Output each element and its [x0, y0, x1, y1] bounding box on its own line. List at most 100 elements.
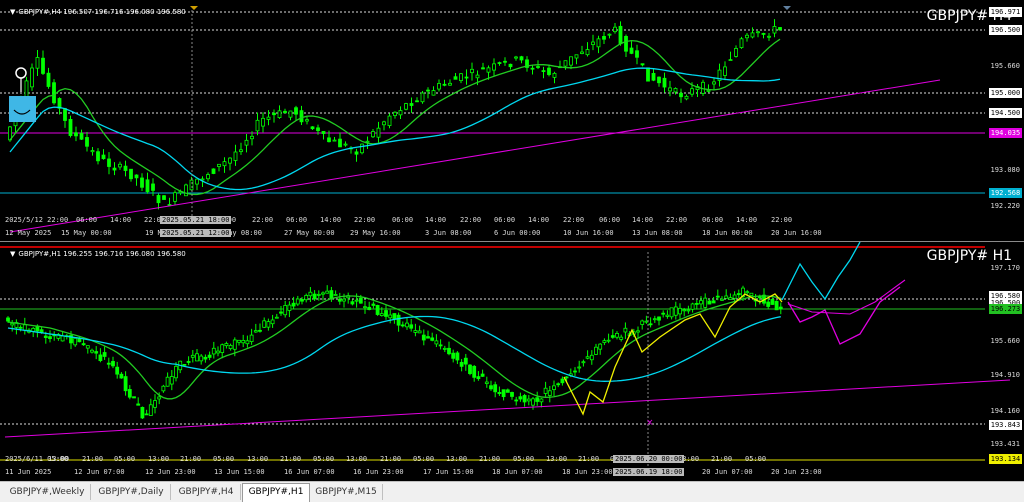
candle-body: [594, 346, 598, 355]
candle-body: [484, 381, 489, 384]
candle-body: [652, 318, 657, 321]
candle-body: [376, 127, 381, 138]
candle-body: [635, 50, 639, 58]
candle-body: [624, 36, 628, 52]
tab-m15[interactable]: GBPJPY#,M15: [310, 484, 383, 500]
time-tick-label: 13:00: [247, 455, 269, 463]
candle-body: [574, 54, 579, 59]
candle-body: [145, 179, 150, 193]
candle-body: [371, 131, 375, 138]
candle-body: [52, 82, 56, 104]
candle-body: [35, 57, 40, 69]
candle-body: [522, 395, 527, 403]
candle-body: [161, 385, 166, 392]
tab-h1[interactable]: GBPJPY#,H1: [242, 483, 310, 502]
chart-tab-bar: GBPJPY#,Weekly GBPJPY#,Daily GBPJPY#,H4 …: [0, 481, 1024, 502]
candle-body: [448, 82, 452, 86]
date-tick-label: 20 Jun 23:00: [771, 468, 822, 476]
candle-body: [174, 365, 178, 379]
candle-body: [162, 195, 166, 200]
candle-body: [255, 119, 260, 132]
candle-body: [573, 370, 577, 373]
candle-body: [207, 354, 212, 358]
candle-body: [365, 140, 370, 143]
time-tick-label: 05:00: [313, 455, 335, 463]
candle-body: [277, 110, 282, 118]
candle-body: [596, 38, 601, 48]
price-level-label: 196.273: [989, 304, 1022, 314]
candle-body: [736, 293, 741, 296]
candle-body: [90, 150, 95, 153]
candle-body: [564, 376, 569, 379]
candle-body: [132, 396, 136, 399]
candle-body: [270, 319, 275, 325]
candle-body: [778, 306, 783, 310]
price-tick-label: 193.431: [990, 440, 1020, 448]
candle-body: [74, 132, 78, 137]
candle-body: [413, 330, 418, 333]
candle-body: [279, 311, 283, 314]
candle-body: [295, 298, 300, 305]
h1-chart[interactable]: × ▼ GBPJPY#,H1 196.255 196.716 196.080 19…: [0, 242, 1024, 481]
h4-plot[interactable]: [0, 0, 1024, 242]
trend-line: [9, 79, 941, 233]
candle-body: [657, 316, 661, 321]
h1-header: ▼ GBPJPY#,H1 196.255 196.716 196.080 196.…: [10, 250, 186, 258]
date-tick-label: 18 Jun 23:00: [562, 468, 613, 476]
candle-body: [472, 365, 477, 378]
candle-body: [426, 336, 430, 339]
candle-body: [640, 63, 645, 66]
candle-body: [543, 387, 548, 394]
tab-h4[interactable]: GBPJPY#,H4: [172, 484, 241, 500]
date-tick-label: 18 Jun 00:00: [702, 229, 753, 237]
caret-down-icon[interactable]: ▼: [10, 8, 15, 16]
candle-body: [547, 67, 551, 75]
candle-body: [505, 389, 510, 393]
candle-body: [144, 413, 149, 416]
price-level-label: 195.000: [989, 88, 1022, 98]
candle-body: [392, 313, 397, 320]
tab-daily[interactable]: GBPJPY#,Daily: [92, 484, 171, 500]
h1-plot[interactable]: ×: [0, 242, 1024, 481]
candle-body: [434, 340, 439, 345]
candle-body: [503, 60, 507, 63]
candle-body: [316, 293, 321, 296]
candle-body: [288, 110, 293, 118]
time-tick-label: 06:00: [702, 216, 724, 224]
time-tick-label: 22:00: [252, 216, 274, 224]
candle-body: [195, 178, 199, 185]
candle-body: [530, 67, 535, 70]
candle-body: [382, 121, 386, 126]
candle-body: [662, 77, 667, 88]
candle-body: [222, 161, 227, 167]
candle-body: [123, 376, 128, 392]
candle-body: [101, 154, 106, 160]
price-level-label: 192.568: [989, 188, 1022, 198]
candle-body: [431, 90, 436, 96]
candle-body: [405, 322, 409, 328]
candle-body: [363, 306, 367, 309]
candle-body: [195, 353, 199, 362]
caret-down-icon[interactable]: ▼: [10, 250, 15, 258]
tab-weekly[interactable]: GBPJPY#,Weekly: [4, 484, 91, 500]
candle-body: [30, 67, 34, 88]
crosshair-time-label: 2025.06.19 18:00: [613, 468, 685, 476]
candle-body: [360, 143, 364, 154]
expert-advisor-face: [9, 96, 36, 122]
candle-body: [519, 56, 524, 61]
candle-body: [409, 324, 414, 329]
candle-body: [577, 366, 582, 369]
candle-body: [459, 361, 464, 367]
candle-body: [333, 294, 338, 296]
candle-body: [421, 334, 426, 341]
time-tick-label: 06:00: [599, 216, 621, 224]
candle-body: [657, 76, 661, 84]
time-tick-label: 06:00: [494, 216, 516, 224]
time-tick-label: 2025/5/12 22:00: [5, 216, 69, 224]
candle-body: [266, 321, 271, 328]
time-tick-label: 14:00: [425, 216, 447, 224]
time-tick-label: 14:00: [320, 216, 342, 224]
candle-body: [684, 95, 689, 100]
candle-body: [766, 301, 771, 307]
h4-chart[interactable]: ▼ GBPJPY#,H4 196.507 196.716 196.080 196.…: [0, 0, 1024, 242]
